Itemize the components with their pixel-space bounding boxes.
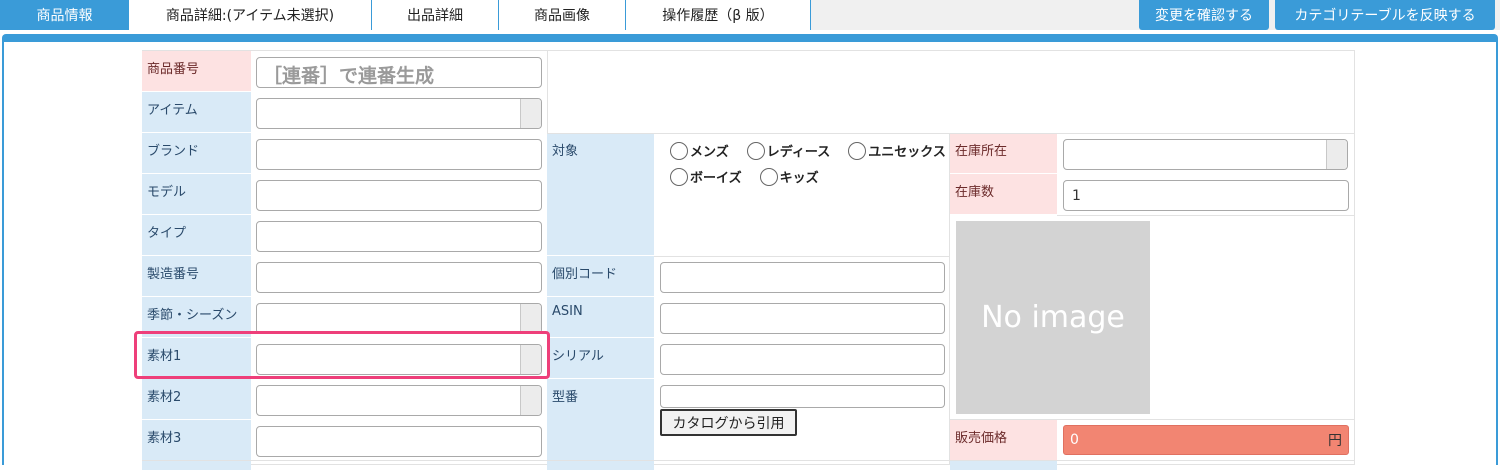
radio-circle-icon bbox=[848, 141, 867, 160]
radio-mens[interactable]: メンズ bbox=[670, 141, 729, 160]
price-input[interactable]: 0 円 bbox=[1063, 425, 1349, 455]
grid-line bbox=[950, 419, 1355, 420]
item-select[interactable] bbox=[256, 98, 542, 129]
radio-unisex[interactable]: ユニセックス bbox=[848, 141, 946, 160]
individual-code-input[interactable] bbox=[660, 262, 945, 293]
model-no-input[interactable] bbox=[660, 385, 945, 408]
confirm-changes-button[interactable]: 変更を確認する bbox=[1139, 0, 1269, 30]
label-product-no: 商品番号 bbox=[142, 51, 251, 92]
label-target: 対象 bbox=[547, 133, 654, 256]
catalog-quote-button[interactable]: カタログから引用 bbox=[660, 409, 797, 436]
label-individual-code: 個別コード bbox=[547, 256, 654, 297]
tab-operation-history[interactable]: 操作履歴（β 版） bbox=[626, 0, 811, 30]
label-next-row-3 bbox=[950, 461, 1057, 471]
radio-circle-icon bbox=[670, 167, 688, 186]
label-item: アイテム bbox=[142, 92, 251, 133]
material2-select[interactable] bbox=[256, 385, 542, 416]
dropdown-arrow-icon bbox=[520, 304, 541, 333]
frame-border-right bbox=[1496, 40, 1498, 465]
label-serial-mfg: 製造番号 bbox=[142, 256, 251, 297]
serial-input[interactable] bbox=[660, 344, 945, 375]
radio-circle-icon bbox=[670, 141, 688, 160]
label-model: モデル bbox=[142, 174, 251, 215]
grid-line bbox=[547, 51, 548, 133]
price-unit: 円 bbox=[1328, 433, 1342, 449]
type-input[interactable] bbox=[256, 221, 542, 252]
stock-location-select[interactable] bbox=[1063, 139, 1348, 170]
radio-circle-icon bbox=[746, 141, 765, 160]
dropdown-arrow-icon bbox=[520, 386, 541, 415]
label-season: 季節・シーズン bbox=[142, 297, 251, 338]
product-image-placeholder: No image bbox=[956, 221, 1150, 414]
target-radio-group-row2: ボーイズ キッズ bbox=[670, 167, 837, 186]
grid-line bbox=[1057, 215, 1355, 216]
dropdown-arrow-icon bbox=[520, 99, 541, 128]
serial-mfg-input[interactable] bbox=[256, 262, 542, 293]
grid-line bbox=[547, 133, 1355, 134]
label-next-row bbox=[142, 461, 251, 471]
model-input[interactable] bbox=[256, 180, 542, 211]
label-serial: シリアル bbox=[547, 338, 654, 379]
target-radio-group-row1: メンズ レディース ユニセックス bbox=[670, 141, 964, 160]
label-price: 販売価格 bbox=[950, 420, 1057, 461]
label-asin: ASIN bbox=[547, 297, 654, 338]
dropdown-arrow-icon bbox=[520, 345, 541, 374]
label-model-no: 型番 bbox=[547, 379, 654, 461]
content-header-bar bbox=[2, 34, 1498, 42]
grid-line bbox=[949, 133, 950, 465]
label-type: タイプ bbox=[142, 215, 251, 256]
radio-circle-icon bbox=[759, 167, 778, 186]
reflect-category-table-button[interactable]: カテゴリテーブルを反映する bbox=[1275, 0, 1495, 30]
grid-line bbox=[142, 460, 1355, 461]
label-brand: ブランド bbox=[142, 133, 251, 174]
product-no-input[interactable]: ［連番］で連番生成 bbox=[256, 57, 542, 88]
radio-ladies[interactable]: レディース bbox=[746, 141, 830, 160]
tab-product-info[interactable]: 商品情報 bbox=[0, 0, 129, 30]
radio-boys[interactable]: ボーイズ bbox=[670, 167, 742, 186]
label-stock-qty: 在庫数 bbox=[950, 174, 1057, 215]
frame-border-left bbox=[2, 40, 4, 465]
label-stock-location: 在庫所在 bbox=[950, 133, 1057, 174]
label-next-row-2 bbox=[547, 461, 654, 471]
brand-input[interactable] bbox=[256, 139, 542, 170]
top-tab-bar: 商品情報 商品詳細:(アイテム未選択) 出品詳細 商品画像 操作履歴（β 版） … bbox=[0, 0, 1500, 30]
material1-select[interactable] bbox=[256, 344, 542, 375]
tab-product-images[interactable]: 商品画像 bbox=[499, 0, 626, 30]
label-material1: 素材1 bbox=[142, 338, 251, 379]
stock-qty-input[interactable] bbox=[1063, 180, 1349, 211]
dropdown-arrow-icon bbox=[1326, 140, 1347, 169]
asin-input[interactable] bbox=[660, 303, 945, 334]
label-material2: 素材2 bbox=[142, 379, 251, 420]
price-value: 0 bbox=[1070, 432, 1079, 448]
tab-listing-detail[interactable]: 出品詳細 bbox=[372, 0, 499, 30]
grid-line bbox=[654, 256, 949, 257]
label-material3: 素材3 bbox=[142, 420, 251, 461]
tab-product-detail[interactable]: 商品詳細:(アイテム未選択) bbox=[129, 0, 372, 30]
radio-kids[interactable]: キッズ bbox=[759, 167, 819, 186]
material3-input[interactable] bbox=[256, 426, 542, 457]
season-select[interactable] bbox=[256, 303, 542, 334]
